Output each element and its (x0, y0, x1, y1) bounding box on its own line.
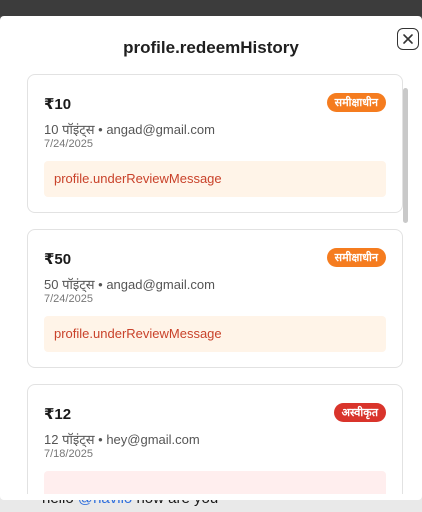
modal-title: profile.redeemHistory (123, 38, 299, 57)
history-card: ₹12 अस्वीकृत 12 पॉइंट्स • hey@gmail.com … (27, 384, 403, 494)
redeem-date: 7/24/2025 (44, 138, 93, 150)
top-bar (0, 0, 422, 16)
redeem-amount: ₹10 (44, 96, 72, 113)
review-message: profile.underReviewMessage (44, 161, 386, 197)
redeem-amount: ₹12 (44, 406, 72, 423)
review-message (44, 471, 386, 494)
close-icon (403, 34, 413, 44)
redeem-details: 12 पॉइंट्स • hey@gmail.com (44, 432, 200, 447)
redeem-amount: ₹50 (44, 251, 72, 268)
status-badge: अस्वीकृत (333, 403, 386, 422)
status-badge: समीक्षाधीन (326, 93, 386, 112)
review-message: profile.underReviewMessage (44, 316, 386, 352)
redeem-history-modal: profile.redeemHistory ₹10 समीक्षाधीन 10 … (0, 16, 422, 500)
redeem-date: 7/18/2025 (44, 448, 93, 460)
redeem-details: 10 पॉइंट्स • angad@gmail.com (44, 122, 215, 137)
redeem-details: 50 पॉइंट्स • angad@gmail.com (44, 277, 215, 292)
redeem-date: 7/24/2025 (44, 293, 93, 305)
history-card: ₹50 समीक्षाधीन 50 पॉइंट्स • angad@gmail.… (27, 229, 403, 368)
history-list[interactable]: ₹10 समीक्षाधीन 10 पॉइंट्स • angad@gmail.… (27, 74, 403, 494)
history-card: ₹10 समीक्षाधीन 10 पॉइंट्स • angad@gmail.… (27, 74, 403, 213)
status-badge: समीक्षाधीन (326, 248, 386, 267)
scrollbar-thumb[interactable] (403, 88, 408, 223)
close-button[interactable] (397, 28, 419, 50)
